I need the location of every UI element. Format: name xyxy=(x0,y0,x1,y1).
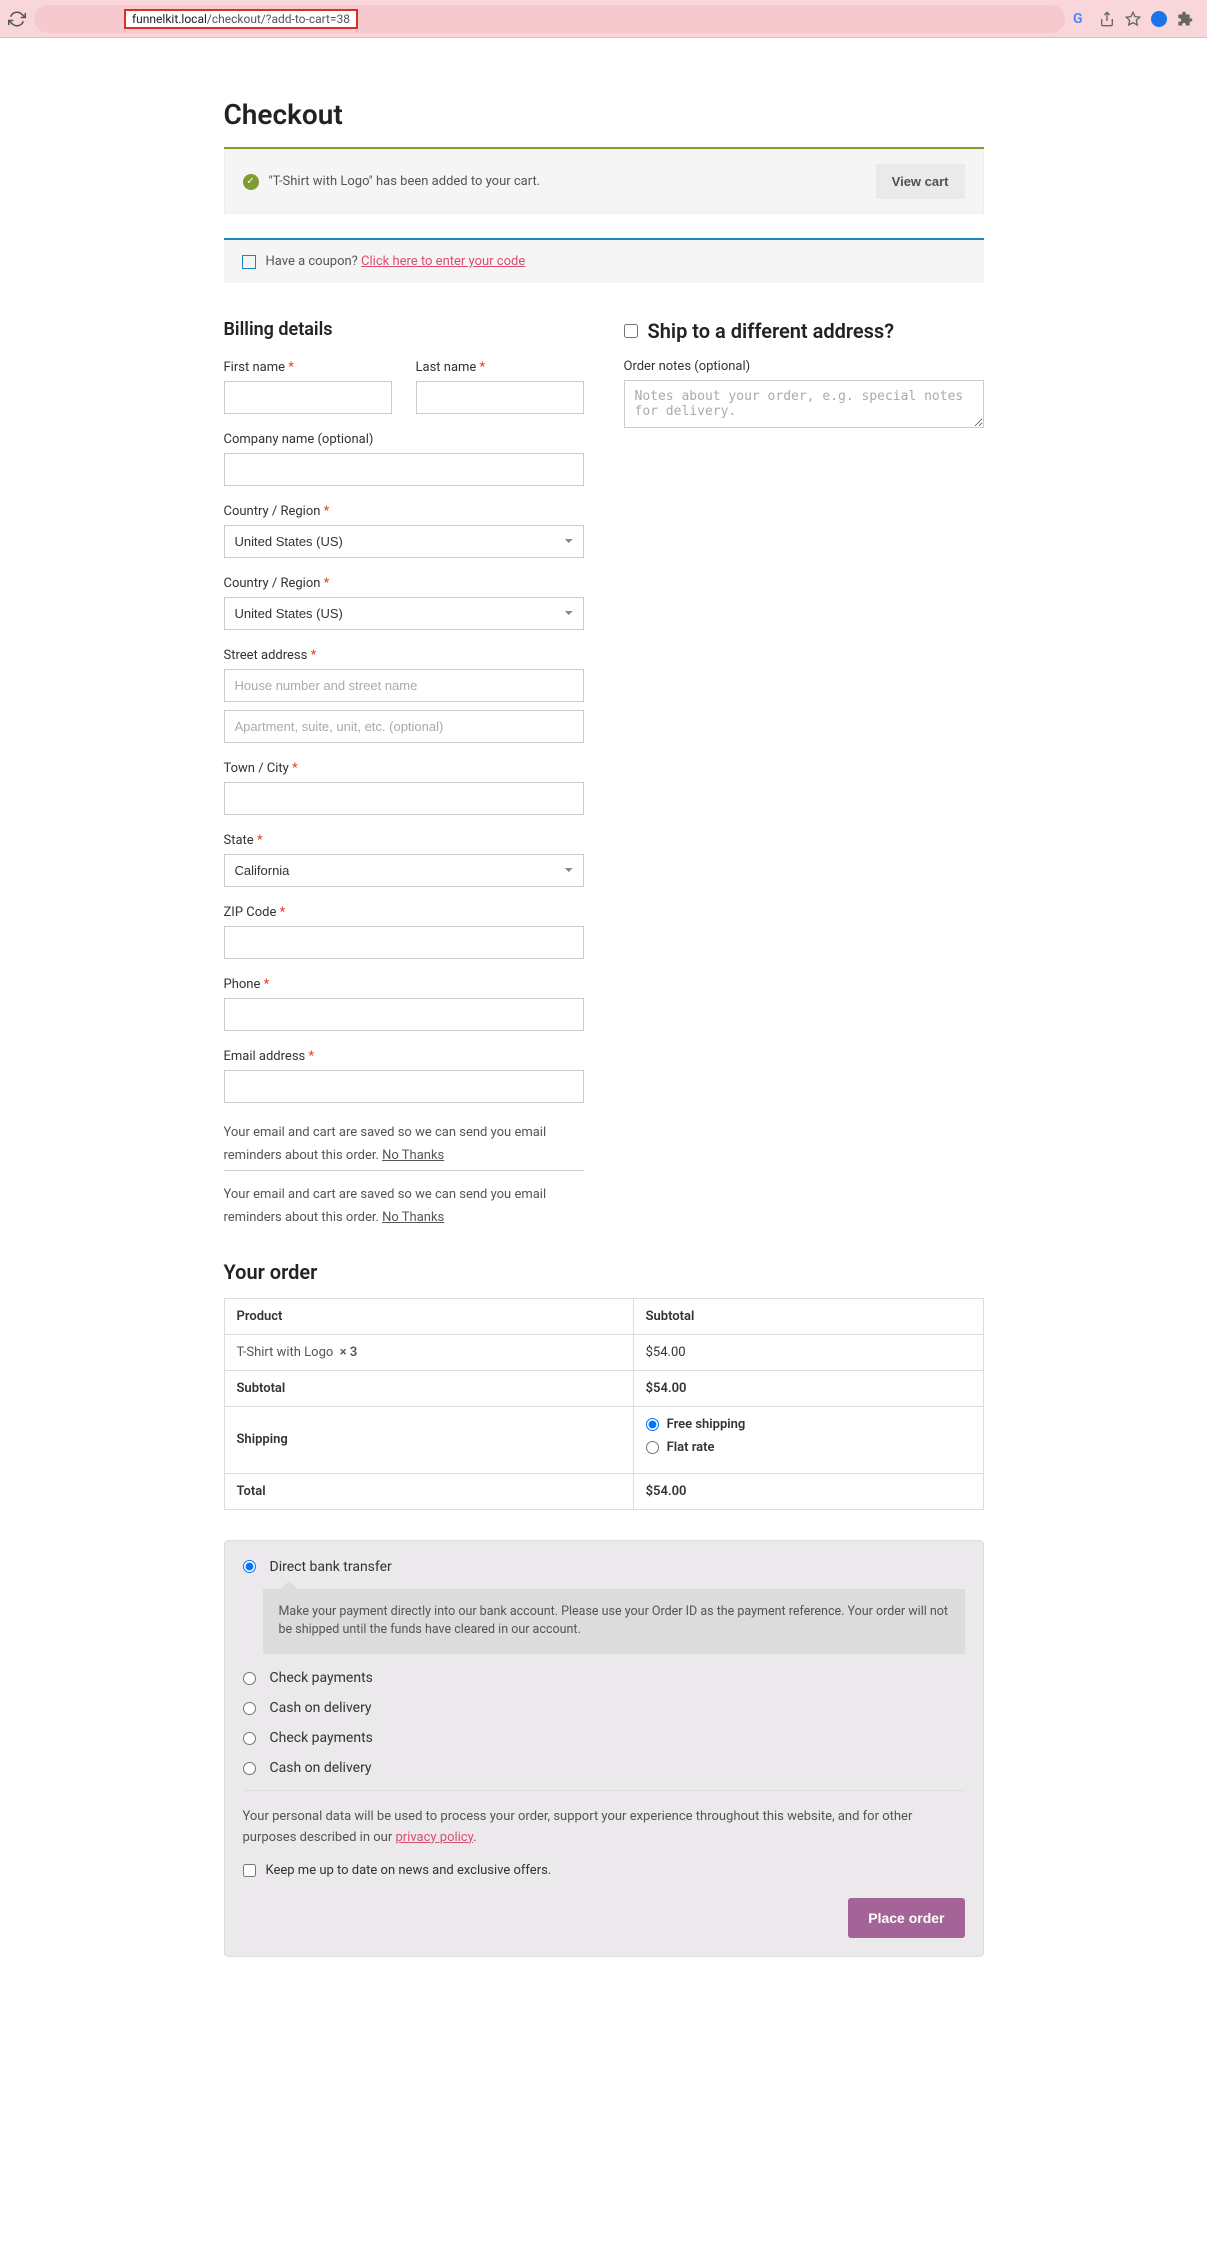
table-row: T-Shirt with Logo × 3 $54.00 xyxy=(224,1334,983,1370)
privacy-text: Your personal data will be used to proce… xyxy=(243,1807,965,1849)
shipping-free-option[interactable]: Free shipping xyxy=(646,1417,971,1432)
coupon-prompt: Have a coupon? Click here to enter your … xyxy=(266,254,526,269)
page-title: Checkout xyxy=(224,98,984,131)
share-icon[interactable] xyxy=(1099,11,1115,27)
company-label: Company name (optional) xyxy=(224,432,584,447)
url-text: funnelkit.local/checkout/?add-to-cart=38 xyxy=(124,9,358,29)
email-label: Email address * xyxy=(224,1049,584,1064)
order-notes-input[interactable] xyxy=(624,380,984,428)
privacy-link[interactable]: privacy policy xyxy=(395,1830,473,1845)
no-thanks-link-1[interactable]: No Thanks xyxy=(382,1148,444,1163)
phone-label: Phone * xyxy=(224,977,584,992)
country-label: Country / Region * xyxy=(224,504,584,519)
coupon-link[interactable]: Click here to enter your code xyxy=(361,254,525,269)
no-thanks-link-2[interactable]: No Thanks xyxy=(382,1210,444,1225)
ship-different-heading: Ship to a different address? xyxy=(624,319,984,343)
order-notes-label: Order notes (optional) xyxy=(624,359,984,374)
view-cart-button[interactable]: View cart xyxy=(876,164,965,199)
th-product: Product xyxy=(224,1298,633,1334)
shipping-flat-option[interactable]: Flat rate xyxy=(646,1440,971,1455)
th-subtotal: Subtotal xyxy=(633,1298,983,1334)
cart-notice: ✓ "T-Shirt with Logo" has been added to … xyxy=(224,149,984,214)
first-name-input[interactable] xyxy=(224,381,392,414)
email-input[interactable] xyxy=(224,1070,584,1103)
first-name-label: First name * xyxy=(224,360,392,375)
pay-method-cod-2[interactable]: Cash on delivery xyxy=(243,1760,965,1776)
pay-method-bank[interactable]: Direct bank transfer xyxy=(243,1559,965,1575)
email-helper-2: Your email and cart are saved so we can … xyxy=(224,1183,584,1230)
pay-method-cod-1[interactable]: Cash on delivery xyxy=(243,1700,965,1716)
street-input-2[interactable] xyxy=(224,710,584,743)
state-select[interactable]: California xyxy=(224,854,584,887)
newsletter-opt-in[interactable]: Keep me up to date on news and exclusive… xyxy=(243,1863,965,1878)
company-input[interactable] xyxy=(224,453,584,486)
coupon-bar: Have a coupon? Click here to enter your … xyxy=(224,240,984,283)
country-select[interactable]: United States (US) xyxy=(224,525,584,558)
browser-address-bar: funnelkit.local/checkout/?add-to-cart=38… xyxy=(0,0,1207,38)
email-helper-1: Your email and cart are saved so we can … xyxy=(224,1121,584,1171)
profile-icon[interactable] xyxy=(1151,11,1167,27)
last-name-input[interactable] xyxy=(416,381,584,414)
billing-title: Billing details xyxy=(224,319,584,340)
url-bar[interactable]: funnelkit.local/checkout/?add-to-cart=38 xyxy=(34,5,1065,33)
zip-input[interactable] xyxy=(224,926,584,959)
town-label: Town / City * xyxy=(224,761,584,776)
last-name-label: Last name * xyxy=(416,360,584,375)
pay-method-check-1[interactable]: Check payments xyxy=(243,1670,965,1686)
street-label: Street address * xyxy=(224,648,584,663)
country-select-2[interactable]: United States (US) xyxy=(224,597,584,630)
country-label-2: Country / Region * xyxy=(224,576,584,591)
payment-box: Direct bank transfer Make your payment d… xyxy=(224,1540,984,1957)
check-icon: ✓ xyxy=(243,174,259,190)
your-order-title: Your order xyxy=(224,1260,984,1284)
coupon-icon xyxy=(242,255,256,269)
pay-method-check-2[interactable]: Check payments xyxy=(243,1730,965,1746)
extensions-icon[interactable] xyxy=(1177,11,1193,27)
place-order-button[interactable]: Place order xyxy=(848,1898,964,1938)
street-input-1[interactable] xyxy=(224,669,584,702)
browser-toolbar-icons: G xyxy=(1073,11,1199,27)
star-icon[interactable] xyxy=(1125,11,1141,27)
notice-text: "T-Shirt with Logo" has been added to yo… xyxy=(269,174,541,189)
pay-method-bank-desc: Make your payment directly into our bank… xyxy=(263,1589,965,1655)
ship-different-checkbox[interactable] xyxy=(624,324,638,338)
ship-different-label: Ship to a different address? xyxy=(648,319,895,343)
order-table: Product Subtotal T-Shirt with Logo × 3 $… xyxy=(224,1298,984,1510)
zip-label: ZIP Code * xyxy=(224,905,584,920)
town-input[interactable] xyxy=(224,782,584,815)
reload-icon[interactable] xyxy=(8,10,26,28)
phone-input[interactable] xyxy=(224,998,584,1031)
google-icon[interactable]: G xyxy=(1073,11,1089,27)
state-label: State * xyxy=(224,833,584,848)
